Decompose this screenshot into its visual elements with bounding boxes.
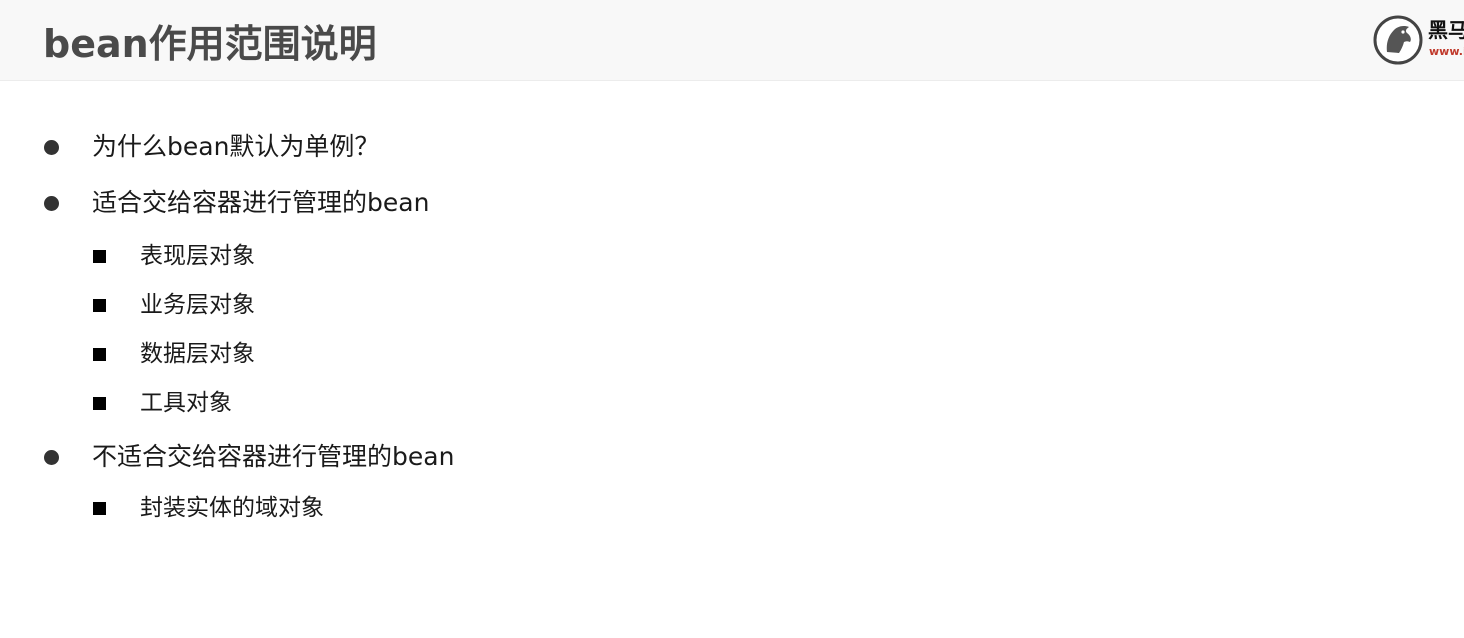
list-item-text: 不适合交给容器进行管理的bean <box>92 442 455 471</box>
bullet-square-icon <box>93 397 106 410</box>
horse-head-logo-icon <box>1373 15 1423 65</box>
bullet-square-icon <box>93 502 106 515</box>
sub-list-item: 工具对象 <box>93 387 232 419</box>
brand-logo: 黑马 www.i <box>1372 14 1464 66</box>
bullet-dot-icon <box>44 196 59 211</box>
bullet-square-icon <box>93 250 106 263</box>
sub-list-item-text: 表现层对象 <box>140 243 255 269</box>
sub-list-item: 表现层对象 <box>93 240 255 272</box>
list-item-text: 适合交给容器进行管理的bean <box>92 188 430 217</box>
list-item: 不适合交给容器进行管理的bean <box>44 440 454 474</box>
sub-list-item-text: 封装实体的域对象 <box>140 495 324 521</box>
slide-title: bean作用范围说明 <box>43 22 377 66</box>
list-item: 适合交给容器进行管理的bean <box>44 186 429 220</box>
sub-list-item-text: 业务层对象 <box>140 292 255 318</box>
list-item: 为什么bean默认为单例？ <box>44 130 379 164</box>
bullet-dot-icon <box>44 450 59 465</box>
sub-list-item: 封装实体的域对象 <box>93 492 324 524</box>
logo-url: www.i <box>1429 45 1464 58</box>
logo-brand-name: 黑马 <box>1428 18 1464 42</box>
bullet-dot-icon <box>44 140 59 155</box>
list-item-text: 为什么bean默认为单例？ <box>92 132 380 161</box>
sub-list-item-text: 数据层对象 <box>140 341 255 367</box>
slide-header: bean作用范围说明 黑马 www.i <box>0 0 1464 81</box>
bullet-square-icon <box>93 348 106 361</box>
sub-list-item: 业务层对象 <box>93 289 255 321</box>
bullet-square-icon <box>93 299 106 312</box>
sub-list-item-text: 工具对象 <box>140 390 232 416</box>
sub-list-item: 数据层对象 <box>93 338 255 370</box>
